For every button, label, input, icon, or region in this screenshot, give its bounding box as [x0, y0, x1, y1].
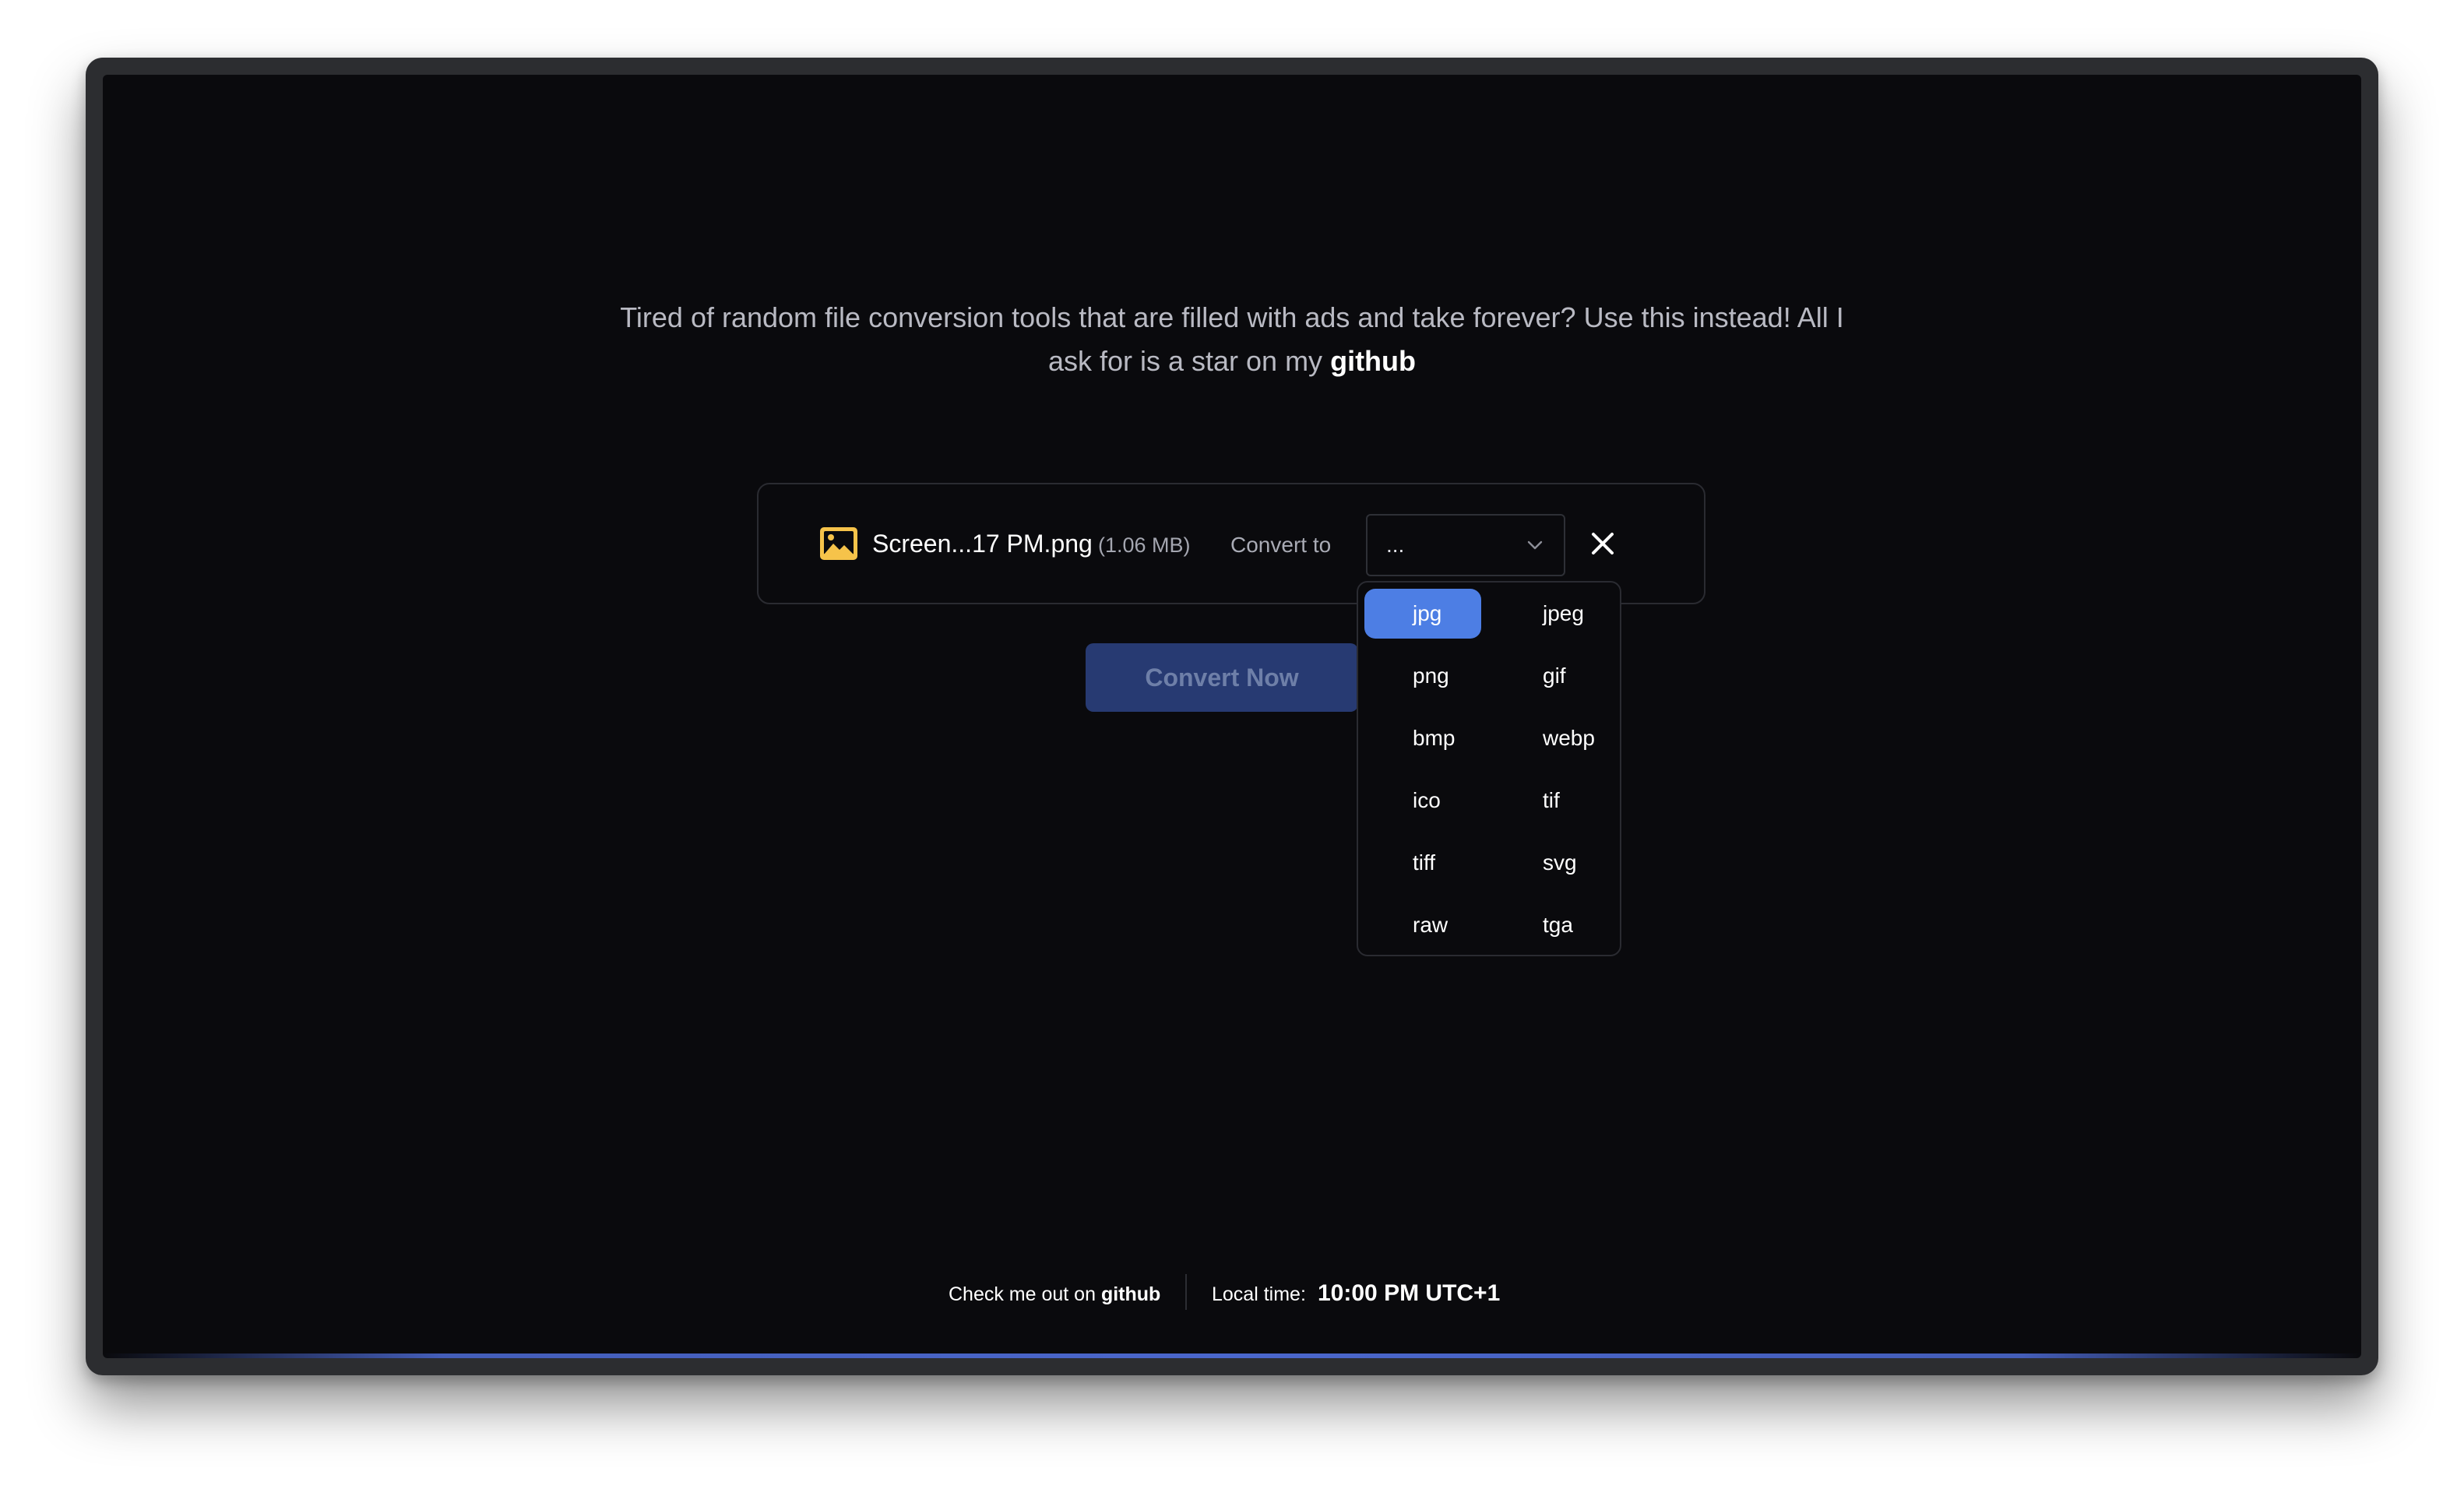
- close-icon[interactable]: [1587, 528, 1618, 559]
- chevron-down-icon: [1527, 540, 1543, 550]
- tagline: Tired of random file conversion tools th…: [609, 296, 1855, 383]
- convert-to-label: Convert to: [1230, 533, 1332, 557]
- footer-prefix: Check me out on: [949, 1283, 1096, 1305]
- format-option-bmp[interactable]: bmp: [1364, 713, 1481, 763]
- format-option-svg[interactable]: svg: [1494, 838, 1611, 888]
- local-time-value: 10:00 PM UTC+1: [1318, 1280, 1501, 1306]
- format-option-webp[interactable]: webp: [1494, 713, 1611, 763]
- image-file-icon: [820, 527, 857, 560]
- format-option-ico[interactable]: ico: [1364, 776, 1481, 825]
- footer: Check me out on github Local time: 10:00…: [103, 1274, 2361, 1311]
- app-screen: Tired of random file conversion tools th…: [103, 75, 2361, 1358]
- file-size: (1.06 MB): [1098, 533, 1191, 557]
- format-dropdown: jpg jpeg png gif bmp webp ico tif tiff s…: [1357, 581, 1621, 956]
- footer-github: Check me out on github: [949, 1280, 1160, 1308]
- format-option-tif[interactable]: tif: [1494, 776, 1611, 825]
- tagline-github-link[interactable]: github: [1330, 345, 1416, 377]
- local-time-label: Local time:: [1212, 1283, 1306, 1305]
- format-option-raw[interactable]: raw: [1364, 900, 1481, 950]
- screen-glow: [103, 1353, 2361, 1358]
- format-option-tga[interactable]: tga: [1494, 900, 1611, 950]
- format-option-jpg[interactable]: jpg: [1364, 589, 1481, 639]
- format-option-tiff[interactable]: tiff: [1364, 838, 1481, 888]
- file-name: Screen...17 PM.png: [872, 530, 1093, 558]
- footer-github-link[interactable]: github: [1101, 1283, 1160, 1305]
- tagline-text: Tired of random file conversion tools th…: [620, 301, 1844, 377]
- convert-now-button[interactable]: Convert Now: [1086, 643, 1358, 712]
- format-option-png[interactable]: png: [1364, 651, 1481, 701]
- format-option-gif[interactable]: gif: [1494, 651, 1611, 701]
- format-option-jpeg[interactable]: jpeg: [1494, 589, 1611, 639]
- format-select[interactable]: ...: [1366, 514, 1565, 576]
- format-select-value: ...: [1386, 533, 1405, 557]
- footer-divider: [1185, 1274, 1187, 1310]
